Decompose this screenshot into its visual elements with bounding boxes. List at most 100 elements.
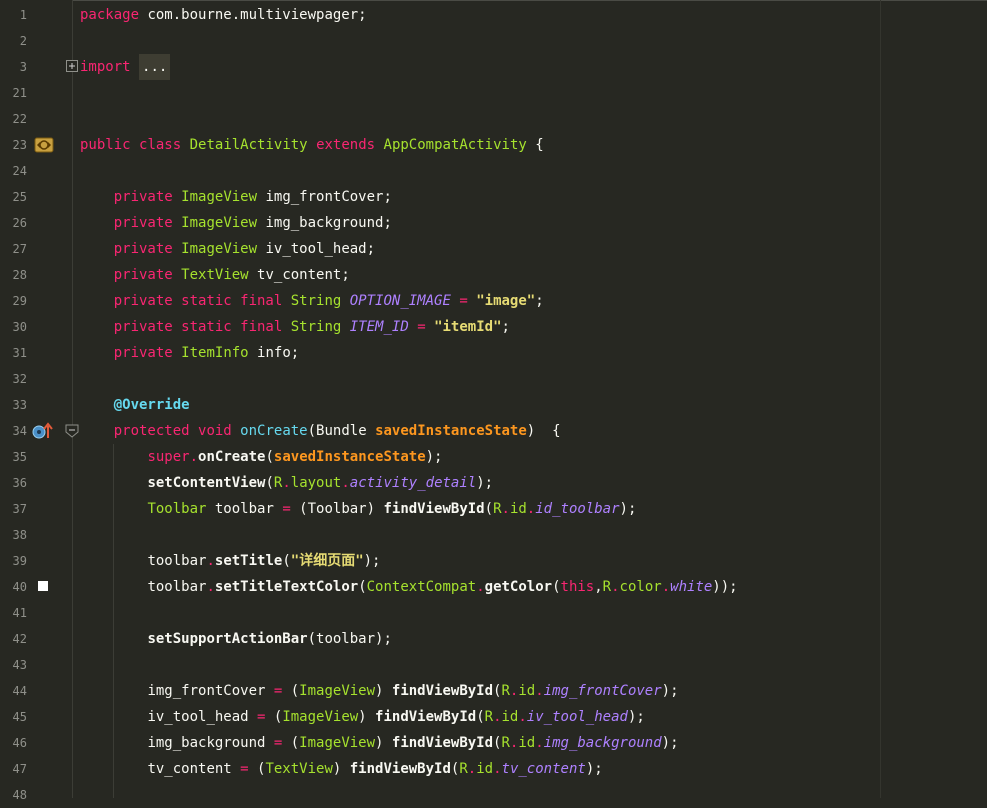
code-token: AppCompatActivity [383, 137, 527, 153]
code-token: = [417, 319, 426, 335]
code-token: ( [552, 579, 561, 595]
color-swatch-icon[interactable] [38, 581, 48, 591]
code-token: findViewById [391, 735, 494, 751]
fold-collapse-icon[interactable] [65, 424, 79, 438]
code-editor[interactable]: 1 package com.bourne.multiviewpager; 2 3 imp… [0, 0, 987, 802]
code-line[interactable]: private ItemInfo info; [80, 340, 299, 366]
code-line[interactable]: super.onCreate(savedInstanceState); [80, 444, 442, 470]
class-implementation-icon[interactable] [34, 135, 54, 155]
code-token: setSupportActionBar [147, 631, 308, 647]
code-token: . [493, 761, 502, 777]
code-token: ( [265, 449, 274, 465]
code-line[interactable]: private ImageView iv_tool_head; [80, 236, 375, 262]
code-token: ) [375, 735, 392, 751]
code-token: ) { [526, 423, 561, 439]
code-token: ImageView [299, 683, 376, 699]
code-line[interactable]: @Override [80, 392, 190, 418]
code-line[interactable]: toolbar.setTitle("详细页面"); [80, 548, 380, 574]
code-line[interactable]: img_background = (ImageView) findViewByI… [80, 730, 678, 756]
code-line[interactable]: private static final String OPTION_IMAGE… [80, 288, 544, 314]
line-number: 28 [12, 268, 27, 282]
line-number: 23 [12, 138, 27, 152]
code-token: ( [358, 579, 367, 595]
code-token: ( [282, 735, 300, 751]
fold-expand-icon[interactable] [66, 60, 78, 72]
code-line[interactable]: Toolbar toolbar = (Toolbar) findViewById… [80, 496, 636, 522]
code-line[interactable]: private ImageView img_frontCover; [80, 184, 392, 210]
code-token: setContentView [147, 475, 266, 491]
line-number: 2 [19, 34, 27, 48]
code-token: id [518, 735, 536, 751]
line-number: 48 [12, 788, 27, 802]
code-line[interactable]: import ... [80, 54, 171, 80]
line-number: 3 [19, 60, 27, 74]
code-line[interactable]: setSupportActionBar(toolbar); [80, 626, 391, 652]
code-line[interactable]: iv_tool_head = (ImageView) findViewById(… [80, 704, 644, 730]
code-token: = [282, 501, 291, 517]
code-token: . [341, 475, 350, 491]
code-line[interactable]: package com.bourne.multiviewpager; [80, 2, 367, 28]
code-line[interactable]: toolbar.setTitleTextColor(ContextCompat.… [80, 574, 738, 600]
code-token: color [619, 579, 662, 595]
code-line[interactable]: private static final String ITEM_ID = "i… [80, 314, 510, 340]
code-token: . [611, 579, 620, 595]
code-token: ( [265, 709, 283, 725]
code-token: tv_content [501, 761, 586, 777]
line-number: 38 [12, 528, 27, 542]
code-token: img_frontCover [543, 683, 662, 699]
code-token: ITEM_ID [349, 319, 409, 335]
code-token: img_frontCover; [257, 189, 392, 205]
line-number: 22 [12, 112, 27, 126]
override-method-icon[interactable] [32, 422, 54, 440]
folded-imports[interactable]: ... [139, 54, 171, 80]
line-number: 35 [12, 450, 27, 464]
code-token: img_background [147, 735, 274, 751]
code-token: private [113, 267, 173, 283]
code-token: savedInstanceState [273, 449, 426, 465]
code-token: this [560, 579, 595, 595]
code-token: id_toolbar [535, 501, 620, 517]
code-line[interactable]: public class DetailActivity extends AppC… [80, 132, 544, 158]
code-token: )); [712, 579, 738, 595]
code-token: super [147, 449, 190, 465]
code-token: onCreate [198, 449, 266, 465]
code-token: ) [332, 761, 350, 777]
code-token: OPTION_IMAGE [349, 293, 451, 309]
code-token: DetailActivity [189, 137, 308, 153]
line-number: 37 [12, 502, 27, 516]
code-token: id [518, 683, 536, 699]
line-number: 1 [19, 8, 27, 22]
code-token: ContextCompat [366, 579, 477, 595]
code-line[interactable]: img_frontCover = (ImageView) findViewByI… [80, 678, 678, 704]
code-token: id [509, 501, 527, 517]
code-token: ) [375, 683, 392, 699]
code-token: findViewById [375, 709, 477, 725]
line-number: 43 [12, 658, 27, 672]
code-line[interactable]: tv_content = (TextView) findViewById(R.i… [80, 756, 602, 782]
code-token: activity_detail [349, 475, 477, 491]
line-number: 40 [12, 580, 27, 594]
code-token: toolbar [147, 553, 207, 569]
code-token: = [240, 761, 249, 777]
code-line[interactable]: private ImageView img_background; [80, 210, 392, 236]
code-token: findViewById [349, 761, 451, 777]
code-line[interactable]: setContentView(R.layout.activity_detail)… [80, 470, 493, 496]
code-token: info; [248, 345, 300, 361]
code-line[interactable]: protected void onCreate(Bundle savedInst… [80, 418, 561, 444]
code-token: R [484, 709, 494, 725]
editor-top-border [0, 0, 987, 1]
code-token: ; [501, 319, 510, 335]
code-token: savedInstanceState [375, 423, 527, 439]
code-token: findViewById [391, 683, 494, 699]
code-line[interactable]: private TextView tv_content; [80, 262, 350, 288]
